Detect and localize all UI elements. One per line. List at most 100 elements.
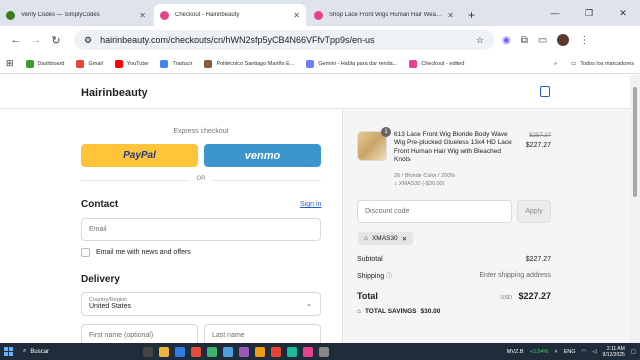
all-bookmarks[interactable]: » ▭ Todos los marcadores [554,61,634,67]
file-explorer-icon[interactable] [159,346,169,357]
bookmarks-bar: ⊞ Dashboard Gmail YouTube Traducir Polit… [0,54,640,74]
first-name-placeholder: First name (optional) [89,331,154,339]
country-select[interactable]: Country/Region United States ⌄ [81,292,321,316]
email-field[interactable]: Email [81,218,321,241]
reload-icon[interactable]: ↻ [46,34,66,47]
original-price: $257.27 [529,133,551,139]
extensions-puzzle-icon[interactable]: ⧉ [521,35,528,46]
extension-icon[interactable]: ◉ [502,35,511,46]
minimize-icon[interactable]: — [538,0,572,26]
close-tab-icon[interactable]: ✕ [293,11,300,20]
product-name: 613 Lace Front Wig Blonde Body Wave Wig … [394,131,512,163]
task-view-icon[interactable] [143,346,153,357]
total-value-group: USD $227.27 [500,291,551,301]
scrollbar-thumb[interactable] [633,87,637,197]
maximize-icon[interactable]: ❐ [572,0,606,26]
lang-indicator[interactable]: ENG [564,349,576,355]
chevron-up-icon[interactable]: ˄ [554,349,557,355]
app-icon[interactable] [191,346,201,357]
taskbar-search[interactable]: ⌕ Buscar [23,348,123,355]
venmo-button[interactable]: venmo [204,144,321,167]
search-icon: ⌕ [23,348,27,354]
volume-icon[interactable]: ◁ [592,349,596,355]
bookmark-youtube[interactable]: YouTube [114,59,149,68]
bookmark-label: Gmail [88,60,103,67]
hairinbeauty-favicon-icon [314,10,323,20]
dashboard-icon [25,59,34,68]
cast-icon[interactable]: ▭ [538,35,547,46]
info-icon[interactable]: ⓘ [386,274,392,280]
chrome-icon[interactable] [271,346,281,357]
taskbar-apps [143,346,329,357]
app-icon[interactable] [207,346,217,357]
paypal-button[interactable]: PayPal [81,144,198,167]
system-tray: MVZ.B +3.54% ˄ ENG ◠ ◁ 2:11 AM 9/12/2025… [507,346,636,358]
app-icon[interactable] [303,346,313,357]
store-header: Hairinbeauty [0,75,630,109]
tab-title: Verify Codes — SimplyCodes [21,12,100,18]
bookmark-gemini[interactable]: Gemini - Habla para dar renda... [306,59,397,68]
notifications-icon[interactable]: ▢ [631,349,636,355]
clock-date: 9/12/2025 [602,351,625,358]
subtotal-label: Subtotal [357,256,383,263]
shopping-bag-icon[interactable] [540,86,550,97]
close-tab-icon[interactable]: ✕ [447,11,454,20]
quantity-badge: 1 [381,127,391,137]
newsletter-checkbox[interactable] [81,248,90,257]
menu-kebab-icon[interactable]: ⋮ [579,35,589,46]
bookmark-dashboard[interactable]: Dashboard [25,59,64,68]
apply-discount-button[interactable]: Apply [517,200,551,223]
bookmark-star-icon[interactable]: ☆ [476,35,484,46]
remove-discount-icon[interactable]: ✕ [402,235,407,243]
page-scrollbar[interactable] [630,75,640,343]
profile-avatar[interactable] [557,34,570,46]
discount-code-input[interactable]: Discount code [357,200,512,223]
apps-grid-icon[interactable]: ⊞ [6,58,14,69]
clock[interactable]: 2:11 AM 9/12/2025 [603,346,625,358]
last-name-placeholder: Last name [212,331,245,339]
browser-tab[interactable]: Verify Codes — SimplyCodes ✕ [0,4,152,26]
product-variant: 26 / Blonde Color / 200% [394,173,456,179]
or-divider: OR [81,176,321,182]
browser-tab-active[interactable]: Checkout - Hairinbeauty ✕ [154,4,306,26]
product-discount: ⌂ XMAS30 (-$30.00) [394,181,444,187]
sign-in-link[interactable]: Sign in [300,201,321,208]
new-tab-button[interactable]: + [468,8,475,22]
site-info-icon[interactable]: ⚙ [84,35,92,46]
product-discount-text: XMAS30 (-$30.00) [398,181,445,187]
forward-arrow-icon[interactable]: → [26,34,46,46]
bookmark-politecnico[interactable]: Politécnico Santiago Mariño E... [204,59,294,68]
shipping-value: Enter shipping address [479,272,551,279]
browser-tab[interactable]: Shop Lace Front Wigs Human Hair Weave Bu… [308,4,460,26]
address-bar[interactable]: ⚙ hairinbeauty.com/checkouts/cn/hWN2sfp5… [74,30,494,50]
app-icon[interactable] [287,346,297,357]
total-value: $227.27 [518,291,551,301]
store-brand[interactable]: Hairinbeauty [81,87,148,99]
discounted-price: $227.27 [525,142,551,149]
bookmark-gmail[interactable]: Gmail [76,59,103,68]
discount-code-placeholder: Discount code [365,208,410,215]
youtube-icon [114,59,123,68]
app-icon[interactable] [223,346,233,357]
close-tab-icon[interactable]: ✕ [139,11,146,20]
total-row: Total USD $227.27 [357,291,551,301]
wifi-icon[interactable]: ◠ [582,349,587,355]
chevron-down-icon: ⌄ [306,301,312,308]
close-window-icon[interactable]: ✕ [606,0,640,26]
bookmark-checkout[interactable]: Checkout - edited [409,59,464,68]
savings-label: TOTAL SAVINGS [364,308,417,315]
bookmark-traducir[interactable]: Traducir [160,59,192,68]
windows-start-icon[interactable] [4,347,13,356]
shipping-label: Shipping [357,273,385,280]
app-icon[interactable] [239,346,249,357]
app-icon[interactable] [175,346,185,357]
folder-icon: ▭ [570,60,577,67]
app-icon[interactable] [255,346,265,357]
tag-icon: ⌂ [394,181,398,187]
app-icon[interactable] [319,346,329,357]
bookmark-label: YouTube [126,60,149,67]
gemini-icon [306,59,315,68]
ticker-name[interactable]: MVZ.B [507,349,524,355]
newsletter-checkbox-row[interactable]: Email me with news and offers [81,248,191,257]
back-arrow-icon[interactable]: ← [6,34,26,46]
